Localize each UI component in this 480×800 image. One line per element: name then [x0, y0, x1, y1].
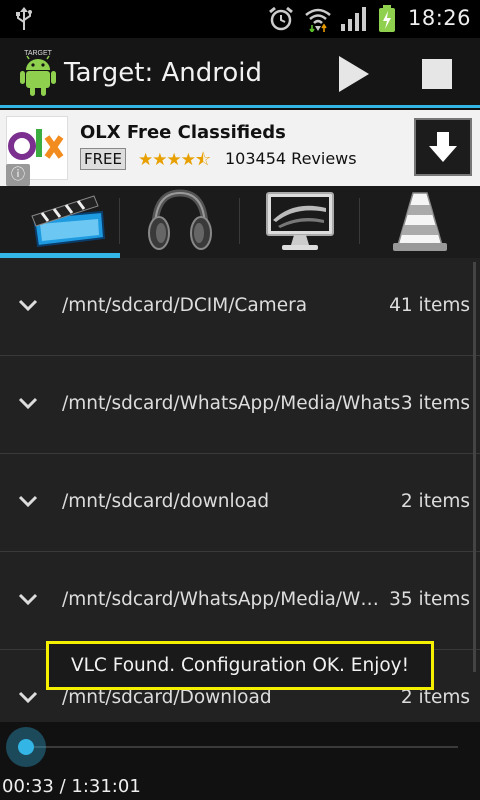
reviews-count: 103454 Reviews — [225, 149, 357, 168]
ad-banner[interactable]: ⓘ OLX Free Classifieds FREE ★★★★⯪ 103454… — [0, 110, 480, 186]
chevron-down-icon[interactable] — [18, 592, 38, 606]
ad-title[interactable]: OLX Free Classifieds — [80, 122, 286, 143]
download-arrow-icon — [429, 132, 457, 162]
audio-tab[interactable] — [120, 186, 240, 258]
folder-path: /mnt/sdcard/download — [62, 491, 270, 512]
seek-thumb[interactable] — [6, 727, 46, 767]
info-icon[interactable]: ⓘ — [6, 164, 30, 186]
usb-icon — [16, 7, 32, 30]
signal-strength-icon — [341, 7, 366, 31]
alarm-icon — [269, 6, 293, 31]
vlc-tab[interactable] — [360, 186, 480, 258]
item-count: 3 items — [400, 393, 470, 414]
list-item[interactable]: /mnt/sdcard/DCIM/Camera 41 items — [0, 258, 480, 356]
app-title: Target: Android — [64, 58, 262, 88]
vlc-cone-icon — [393, 192, 447, 251]
rating-stars: ★★★★⯪ — [138, 150, 211, 170]
chevron-down-icon[interactable] — [18, 494, 38, 508]
play-icon — [339, 56, 369, 92]
clapperboard-icon — [31, 195, 106, 248]
status-bar: 18:26 — [0, 0, 480, 38]
folder-path: /mnt/sdcard/Download — [62, 687, 272, 708]
item-count: 35 items — [389, 589, 470, 610]
free-badge: FREE — [80, 148, 127, 170]
player-bar: 00:33 / 1:31:01 — [0, 722, 480, 800]
list-item[interactable]: /mnt/sdcard/download 2 items — [0, 454, 480, 552]
list-item[interactable]: /mnt/sdcard/WhatsApp/Media/WhatsApp 35 i… — [0, 552, 480, 650]
battery-charging-icon — [379, 5, 395, 32]
android-target-app-icon: TARGET — [20, 50, 56, 96]
stop-button[interactable] — [422, 59, 452, 89]
list-scrollbar[interactable] — [473, 262, 476, 672]
headphones-icon — [148, 189, 212, 250]
chevron-down-icon[interactable] — [18, 690, 38, 704]
wifi-icon — [305, 8, 331, 32]
list-item[interactable]: /mnt/sdcard/WhatsApp/Media/Whats 3 items — [0, 356, 480, 454]
chevron-down-icon[interactable] — [18, 396, 38, 410]
playback-time: 00:33 / 1:31:01 — [2, 776, 141, 797]
action-bar: TARGET Target: Android — [0, 38, 480, 108]
download-button[interactable] — [414, 118, 472, 176]
screen-tab[interactable] — [240, 186, 360, 258]
folder-path: /mnt/sdcard/DCIM/Camera — [62, 295, 308, 316]
folder-path: /mnt/sdcard/WhatsApp/Media/WhatsApp — [62, 589, 387, 610]
play-button[interactable] — [334, 54, 374, 94]
item-count: 41 items — [389, 295, 470, 316]
tab-bar — [0, 186, 480, 258]
item-count: 2 items — [400, 491, 470, 512]
monitor-icon — [266, 192, 334, 250]
item-count: 2 items — [400, 687, 470, 708]
chevron-down-icon[interactable] — [18, 298, 38, 312]
seek-track[interactable] — [26, 746, 458, 748]
folder-path: /mnt/sdcard/WhatsApp/Media/Whats — [62, 393, 401, 414]
status-clock: 18:26 — [408, 6, 472, 30]
toast-message: VLC Found. Configuration OK. Enjoy! — [46, 641, 434, 690]
video-tab[interactable] — [0, 186, 120, 258]
